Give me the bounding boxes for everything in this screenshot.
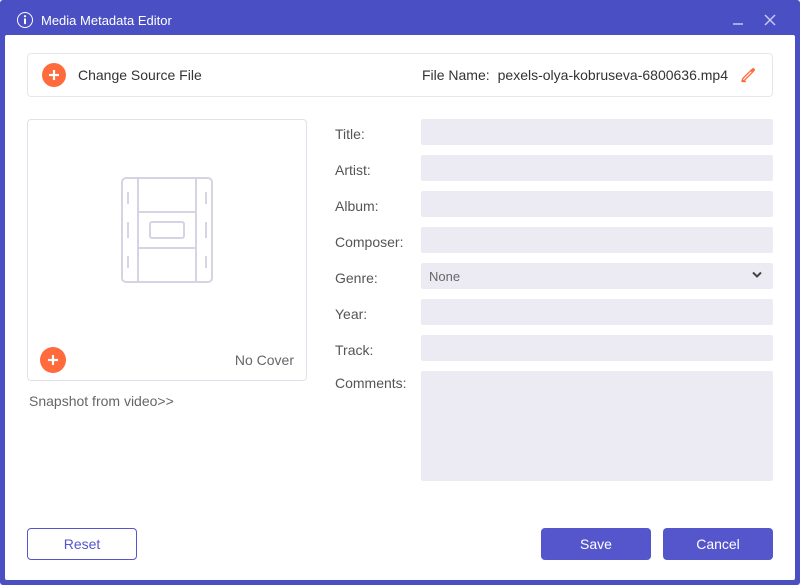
input-composer[interactable] bbox=[421, 227, 773, 253]
label-artist: Artist: bbox=[335, 158, 421, 178]
label-year: Year: bbox=[335, 302, 421, 322]
cover-box: No Cover bbox=[27, 119, 307, 381]
titlebar: Media Metadata Editor bbox=[5, 5, 795, 35]
input-comments[interactable] bbox=[421, 371, 773, 481]
close-button[interactable] bbox=[757, 9, 783, 31]
label-composer: Composer: bbox=[335, 230, 421, 250]
label-track: Track: bbox=[335, 338, 421, 358]
filmstrip-icon bbox=[102, 170, 232, 290]
reset-button[interactable]: Reset bbox=[27, 528, 137, 560]
cover-placeholder bbox=[28, 120, 306, 340]
file-name-label: File Name: bbox=[422, 67, 490, 83]
field-title: Title: bbox=[335, 119, 773, 145]
cancel-button[interactable]: Cancel bbox=[663, 528, 773, 560]
main-row: No Cover Snapshot from video>> Title: Ar… bbox=[27, 119, 773, 514]
fields-column: Title: Artist: Album: Composer: Genre: bbox=[335, 119, 773, 514]
no-cover-label: No Cover bbox=[235, 352, 294, 368]
snapshot-link[interactable]: Snapshot from video>> bbox=[27, 393, 307, 409]
source-bar: Change Source File File Name: pexels-oly… bbox=[27, 53, 773, 97]
save-button[interactable]: Save bbox=[541, 528, 651, 560]
change-source-label: Change Source File bbox=[78, 67, 202, 83]
window-title: Media Metadata Editor bbox=[41, 13, 172, 28]
field-year: Year: bbox=[335, 299, 773, 325]
input-year[interactable] bbox=[421, 299, 773, 325]
select-genre[interactable]: None bbox=[421, 263, 773, 289]
info-icon bbox=[17, 12, 33, 28]
change-source-button[interactable] bbox=[42, 63, 66, 87]
file-name-value: pexels-olya-kobruseva-6800636.mp4 bbox=[498, 67, 728, 83]
label-album: Album: bbox=[335, 194, 421, 214]
label-title: Title: bbox=[335, 122, 421, 142]
cover-column: No Cover Snapshot from video>> bbox=[27, 119, 307, 514]
footer: Reset Save Cancel bbox=[27, 524, 773, 564]
field-artist: Artist: bbox=[335, 155, 773, 181]
field-composer: Composer: bbox=[335, 227, 773, 253]
select-genre-value: None bbox=[429, 269, 460, 284]
content-area: Change Source File File Name: pexels-oly… bbox=[5, 35, 795, 580]
add-cover-button[interactable] bbox=[40, 347, 66, 373]
input-album[interactable] bbox=[421, 191, 773, 217]
field-genre: Genre: None bbox=[335, 263, 773, 289]
app-window: Media Metadata Editor Change Source File… bbox=[0, 0, 800, 585]
input-title[interactable] bbox=[421, 119, 773, 145]
input-track[interactable] bbox=[421, 335, 773, 361]
label-comments: Comments: bbox=[335, 371, 421, 391]
field-album: Album: bbox=[335, 191, 773, 217]
cover-bottom-bar: No Cover bbox=[28, 340, 306, 380]
edit-file-name-button[interactable] bbox=[738, 65, 758, 85]
minimize-button[interactable] bbox=[725, 9, 751, 31]
input-artist[interactable] bbox=[421, 155, 773, 181]
field-track: Track: bbox=[335, 335, 773, 361]
field-comments: Comments: bbox=[335, 371, 773, 481]
chevron-down-icon bbox=[751, 269, 763, 284]
label-genre: Genre: bbox=[335, 266, 421, 286]
